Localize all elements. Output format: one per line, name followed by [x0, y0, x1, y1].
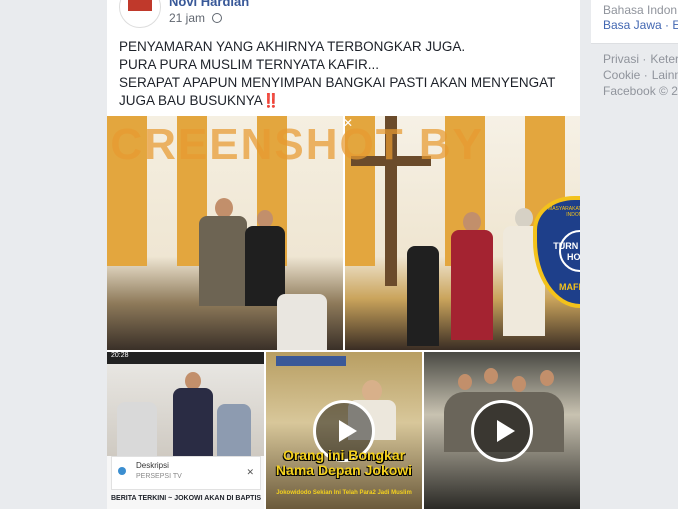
card-title: Deskripsi	[136, 461, 169, 470]
video-headline: BERITA TERKINI ~ JOKOWI AKAN DI BAPTIS	[111, 495, 262, 502]
post-text-line: PENYAMARAN YANG AKHIRNYA TERBONGKAR JUGA…	[119, 39, 466, 54]
globe-icon	[212, 13, 223, 23]
phone-status-bar: 20:28	[107, 352, 264, 364]
author-avatar[interactable]	[119, 0, 161, 28]
close-icon[interactable]: ✕	[246, 467, 254, 478]
terms-link[interactable]: Keter	[650, 52, 678, 66]
badge-line-2: HOAX	[566, 252, 580, 262]
play-icon[interactable]	[471, 400, 533, 462]
description-card[interactable]: Deskripsi PERSEPSI TV ✕	[111, 456, 261, 490]
turnbackhoax-badge: MASYARAKAT ANTIFITNAH INDONESIA TURN BAC…	[533, 196, 580, 308]
badge-bottom-text: MAFINDO	[559, 282, 580, 292]
author-name[interactable]: Novi Hardian	[169, 0, 249, 9]
video-subcaption: Jokowidodo Sekian Ini Telah Para2 Jadi M…	[276, 490, 412, 496]
video-caption: Orang ini Bongkar Nama Depan Jokowi	[275, 447, 413, 478]
card-source: PERSEPSI TV	[136, 473, 182, 480]
post-text-line: SERAPAT APAPUN MENYIMPAN BANGKAI PASTI A…	[119, 75, 556, 90]
facebook-post: Novi Hardian 21 jam PENYAMARAN YANG AKHI…	[107, 0, 580, 509]
privacy-link[interactable]: Privasi ·	[603, 52, 646, 66]
post-timestamp[interactable]: 21 jam	[169, 11, 205, 25]
channel-icon	[118, 467, 126, 475]
language-current[interactable]: Bahasa Indon	[603, 3, 677, 17]
post-text-line: JUGA BAU BUSUKNYA	[119, 93, 263, 108]
right-sidebar: Bahasa Indon Basa Jawa · E Privasi · Kete…	[591, 0, 678, 509]
badge-arc-text: MASYARAKAT ANTIFITNAH INDONESIA	[548, 206, 580, 218]
post-photo-3[interactable]: 20:28 Deskripsi PERSEPSI TV ✕ BERITA TER…	[107, 352, 264, 509]
cookie-link[interactable]: Cookie ·	[603, 68, 648, 82]
post-meta: 21 jam	[169, 11, 223, 25]
video-tag	[276, 356, 346, 366]
footer-links-2: Cookie · Lainn	[603, 68, 678, 82]
screenshot-watermark: SCREENSHOT BY	[107, 120, 484, 169]
close-icon[interactable]: ✕	[343, 116, 353, 130]
post-video-1[interactable]: Orang ini Bongkar Nama Depan Jokowi Joko…	[266, 352, 422, 509]
post-text: PENYAMARAN YANG AKHIRNYA TERBONGKAR JUGA…	[119, 38, 569, 110]
footer-links-1: Privasi · Keter	[603, 52, 678, 66]
copyright: Facebook © 2	[603, 84, 678, 98]
language-option[interactable]: Basa Jawa · E	[603, 18, 678, 32]
post-video-2[interactable]	[424, 352, 580, 509]
badge-line-1: TURN BACK	[553, 241, 580, 251]
double-exclamation-icon: ‼️	[262, 93, 280, 108]
post-text-line: PURA PURA MUSLIM TERNYATA KAFIR...	[119, 57, 380, 72]
more-link[interactable]: Lainn	[652, 68, 678, 82]
language-box: Bahasa Indon Basa Jawa · E	[591, 0, 678, 44]
